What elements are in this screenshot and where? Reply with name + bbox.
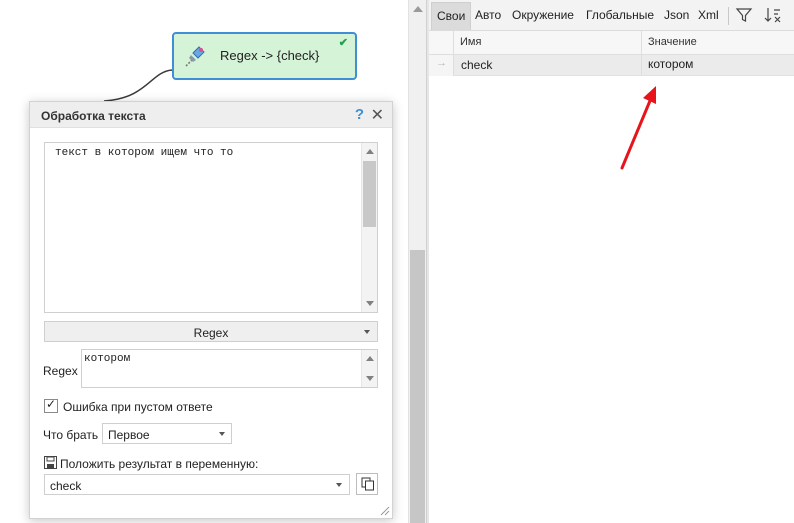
column-divider[interactable] xyxy=(641,31,642,55)
dialog-title: Обработка текста xyxy=(41,109,146,123)
input-text-value: текст в котором ищем что то xyxy=(55,147,234,159)
tab-environment[interactable]: Окружение xyxy=(507,2,579,30)
regex-input[interactable]: котором xyxy=(81,349,378,388)
variables-tabs: Свои Авто Окружение Глобальные Json Xml xyxy=(429,0,794,31)
project-canvas[interactable]: Regex -> {check} ✔ Обработка текста ? ✕ … xyxy=(0,0,408,523)
chevron-down-icon xyxy=(364,330,370,334)
node-title: Regex -> {check} xyxy=(220,48,320,63)
variable-select-value: check xyxy=(50,479,82,493)
row-arrow-icon: → xyxy=(436,57,447,69)
success-check-icon: ✔ xyxy=(338,37,348,49)
regex-input-value: котором xyxy=(84,353,131,365)
dialog-header[interactable]: Обработка текста ? ✕ xyxy=(30,102,392,128)
column-value-header[interactable]: Значение xyxy=(648,36,697,48)
close-icon[interactable]: ✕ xyxy=(371,105,384,125)
sort-clear-icon[interactable] xyxy=(763,6,783,24)
processing-mode-value: Regex xyxy=(193,326,229,340)
table-row[interactable]: → check котором xyxy=(429,55,794,76)
column-name-header[interactable]: Имя xyxy=(460,36,481,48)
scroll-up-icon[interactable] xyxy=(366,149,374,154)
toolbar-divider xyxy=(728,7,729,25)
pin-icon xyxy=(185,46,205,67)
chevron-down-icon xyxy=(336,483,342,487)
variable-value-cell[interactable]: котором xyxy=(648,57,693,71)
copy-icon xyxy=(361,477,374,491)
tab-xml[interactable]: Xml xyxy=(693,2,724,30)
save-result-label: Положить результат в переменную: xyxy=(60,457,259,471)
scroll-up-icon[interactable] xyxy=(366,356,374,361)
input-text-area[interactable]: текст в котором ищем что то xyxy=(44,142,378,313)
action-node-regex[interactable]: Regex -> {check} ✔ xyxy=(172,32,357,80)
save-icon xyxy=(44,456,57,469)
text-processing-dialog: Обработка текста ? ✕ текст в котором ище… xyxy=(29,101,393,519)
resize-grip-icon[interactable] xyxy=(378,504,390,516)
scroll-down-icon[interactable] xyxy=(366,376,374,381)
error-on-empty-label[interactable]: Ошибка при пустом ответе xyxy=(63,400,213,414)
tab-global[interactable]: Глобальные xyxy=(581,2,659,30)
help-icon[interactable]: ? xyxy=(355,106,364,123)
filter-icon[interactable] xyxy=(735,6,753,24)
checkmark-icon: ✓ xyxy=(46,397,57,411)
variables-table-header: Имя Значение xyxy=(429,31,794,55)
take-select-value: Первое xyxy=(108,428,150,442)
error-on-empty-checkbox[interactable]: ✓ xyxy=(44,397,58,413)
take-select[interactable]: Первое xyxy=(102,423,232,444)
scroll-thumb[interactable] xyxy=(363,161,376,227)
input-text-scrollbar[interactable] xyxy=(361,143,377,312)
tab-json[interactable]: Json xyxy=(659,2,694,30)
tab-auto[interactable]: Авто xyxy=(470,2,506,30)
take-label: Что брать xyxy=(43,428,99,442)
regex-label: Regex xyxy=(43,364,78,378)
column-divider xyxy=(641,55,642,76)
canvas-scrollbar[interactable] xyxy=(408,0,426,523)
scroll-thumb[interactable] xyxy=(410,250,425,523)
regex-scrollbar[interactable] xyxy=(361,350,377,387)
processing-mode-select[interactable]: Regex xyxy=(44,321,378,342)
chevron-down-icon xyxy=(219,432,225,436)
row-header-cell xyxy=(429,31,454,55)
scroll-down-icon[interactable] xyxy=(366,301,374,306)
tab-own[interactable]: Свои xyxy=(431,2,472,30)
variable-name-cell[interactable]: check xyxy=(461,58,492,72)
variables-panel: Свои Авто Окружение Глобальные Json Xml … xyxy=(429,0,794,523)
variable-select[interactable]: check xyxy=(44,474,350,495)
copy-button[interactable] xyxy=(356,473,378,495)
scroll-up-icon[interactable] xyxy=(413,6,423,12)
